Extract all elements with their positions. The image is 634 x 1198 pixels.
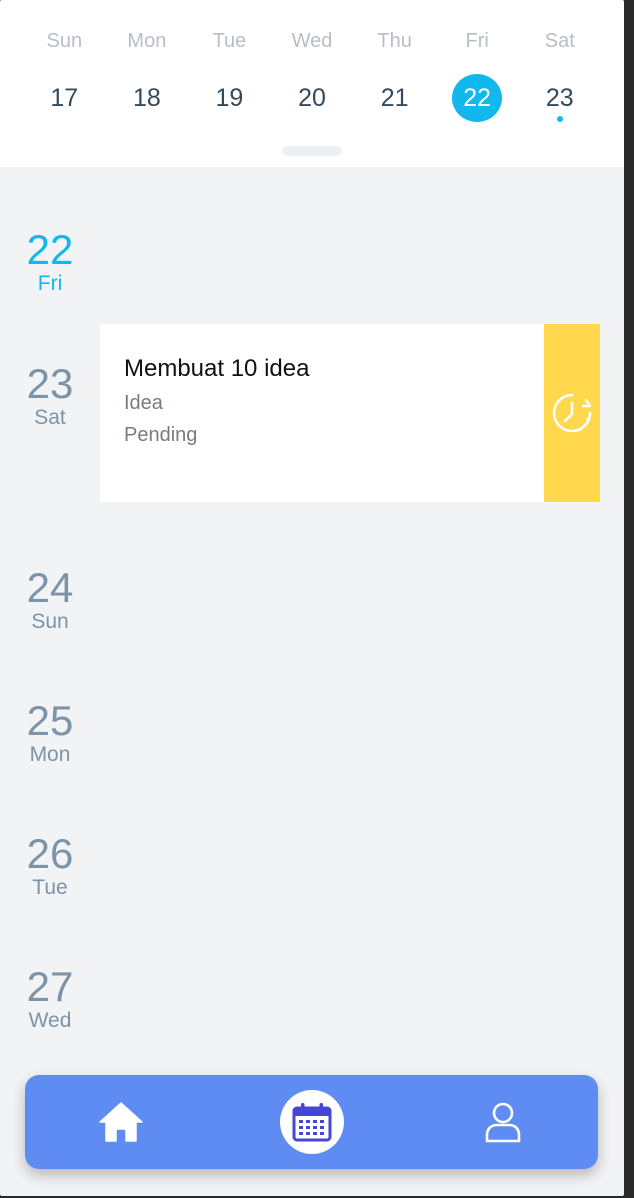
nav-profile-button[interactable] xyxy=(467,1075,539,1169)
weekday-label: Sat xyxy=(544,30,575,52)
agenda-day-name: Sat xyxy=(34,406,66,429)
date-number: 23 xyxy=(545,84,574,112)
agenda-day-name: Mon xyxy=(29,743,71,766)
event-status: Pending xyxy=(124,424,198,446)
date-number: 22 xyxy=(452,74,503,122)
agenda-day-name: Wed xyxy=(28,1009,72,1032)
event-category: Idea xyxy=(124,392,163,414)
bottom-nav-bar xyxy=(25,1075,598,1169)
event-indicator-dot xyxy=(556,116,563,122)
week-strip: Sun Mon Tue Wed Thu Fri Sat 17 18 19 20 … xyxy=(0,0,624,167)
user-icon xyxy=(485,1102,521,1143)
agenda-day-26: 26 Tue xyxy=(0,832,100,900)
date-number: 20 xyxy=(298,84,326,112)
agenda-day-27: 27 Wed xyxy=(0,965,100,1033)
weekday-label: Fri xyxy=(465,30,489,52)
home-icon xyxy=(99,1102,143,1142)
agenda-day-name: Sun xyxy=(31,610,69,633)
pending-clock-icon xyxy=(552,393,592,433)
agenda-day-number: 24 xyxy=(26,564,74,611)
agenda-day-23: 23 Sat xyxy=(0,362,100,430)
weekday-label: Wed xyxy=(291,30,333,52)
date-17-button[interactable]: 17 xyxy=(23,74,106,124)
weekday-label: Mon xyxy=(127,30,167,52)
weekday-label: Sun xyxy=(46,30,83,52)
nav-active-bubble xyxy=(280,1090,344,1154)
event-title: Membuat 10 idea xyxy=(124,355,310,382)
weekday-label: Tue xyxy=(212,30,247,52)
weekday-row: Sun Mon Tue Wed Thu Fri Sat xyxy=(23,28,601,54)
agenda-day-number: 23 xyxy=(26,360,74,407)
date-18-button[interactable]: 18 xyxy=(106,74,189,124)
date-number: 17 xyxy=(50,84,79,112)
agenda-day-number: 26 xyxy=(26,830,74,877)
agenda-day-number: 22 xyxy=(26,226,74,273)
date-19-button[interactable]: 19 xyxy=(188,74,271,124)
nav-calendar-button[interactable] xyxy=(278,1075,346,1169)
date-number: 18 xyxy=(132,84,161,112)
calendar-icon xyxy=(292,1103,332,1142)
event-card[interactable]: Membuat 10 idea Idea Pending xyxy=(100,324,600,502)
event-status-strip xyxy=(544,324,600,502)
nav-home-button[interactable] xyxy=(85,1075,157,1169)
date-22-button-selected[interactable]: 22 xyxy=(436,74,519,124)
agenda-day-number: 27 xyxy=(26,963,74,1010)
date-number: 19 xyxy=(215,84,244,112)
date-20-button[interactable]: 20 xyxy=(271,74,354,124)
agenda-day-25: 25 Mon xyxy=(0,699,100,767)
date-number: 21 xyxy=(380,84,409,112)
drag-handle[interactable] xyxy=(282,146,342,156)
agenda-day-name: Tue xyxy=(32,876,68,899)
date-23-button[interactable]: 23 xyxy=(518,74,601,124)
agenda-day-22: 22 Fri xyxy=(0,228,100,296)
agenda-day-number: 25 xyxy=(26,697,74,744)
agenda-day-name: Fri xyxy=(37,272,63,295)
date-row: 17 18 19 20 21 22 23 xyxy=(23,74,601,124)
calendar-screen: Sun Mon Tue Wed Thu Fri Sat 17 18 19 20 … xyxy=(0,0,624,1196)
date-21-button[interactable]: 21 xyxy=(353,74,436,124)
agenda-day-24: 24 Sun xyxy=(0,566,100,634)
event-card-body: Membuat 10 idea Idea Pending xyxy=(100,324,544,502)
weekday-label: Thu xyxy=(377,30,412,52)
